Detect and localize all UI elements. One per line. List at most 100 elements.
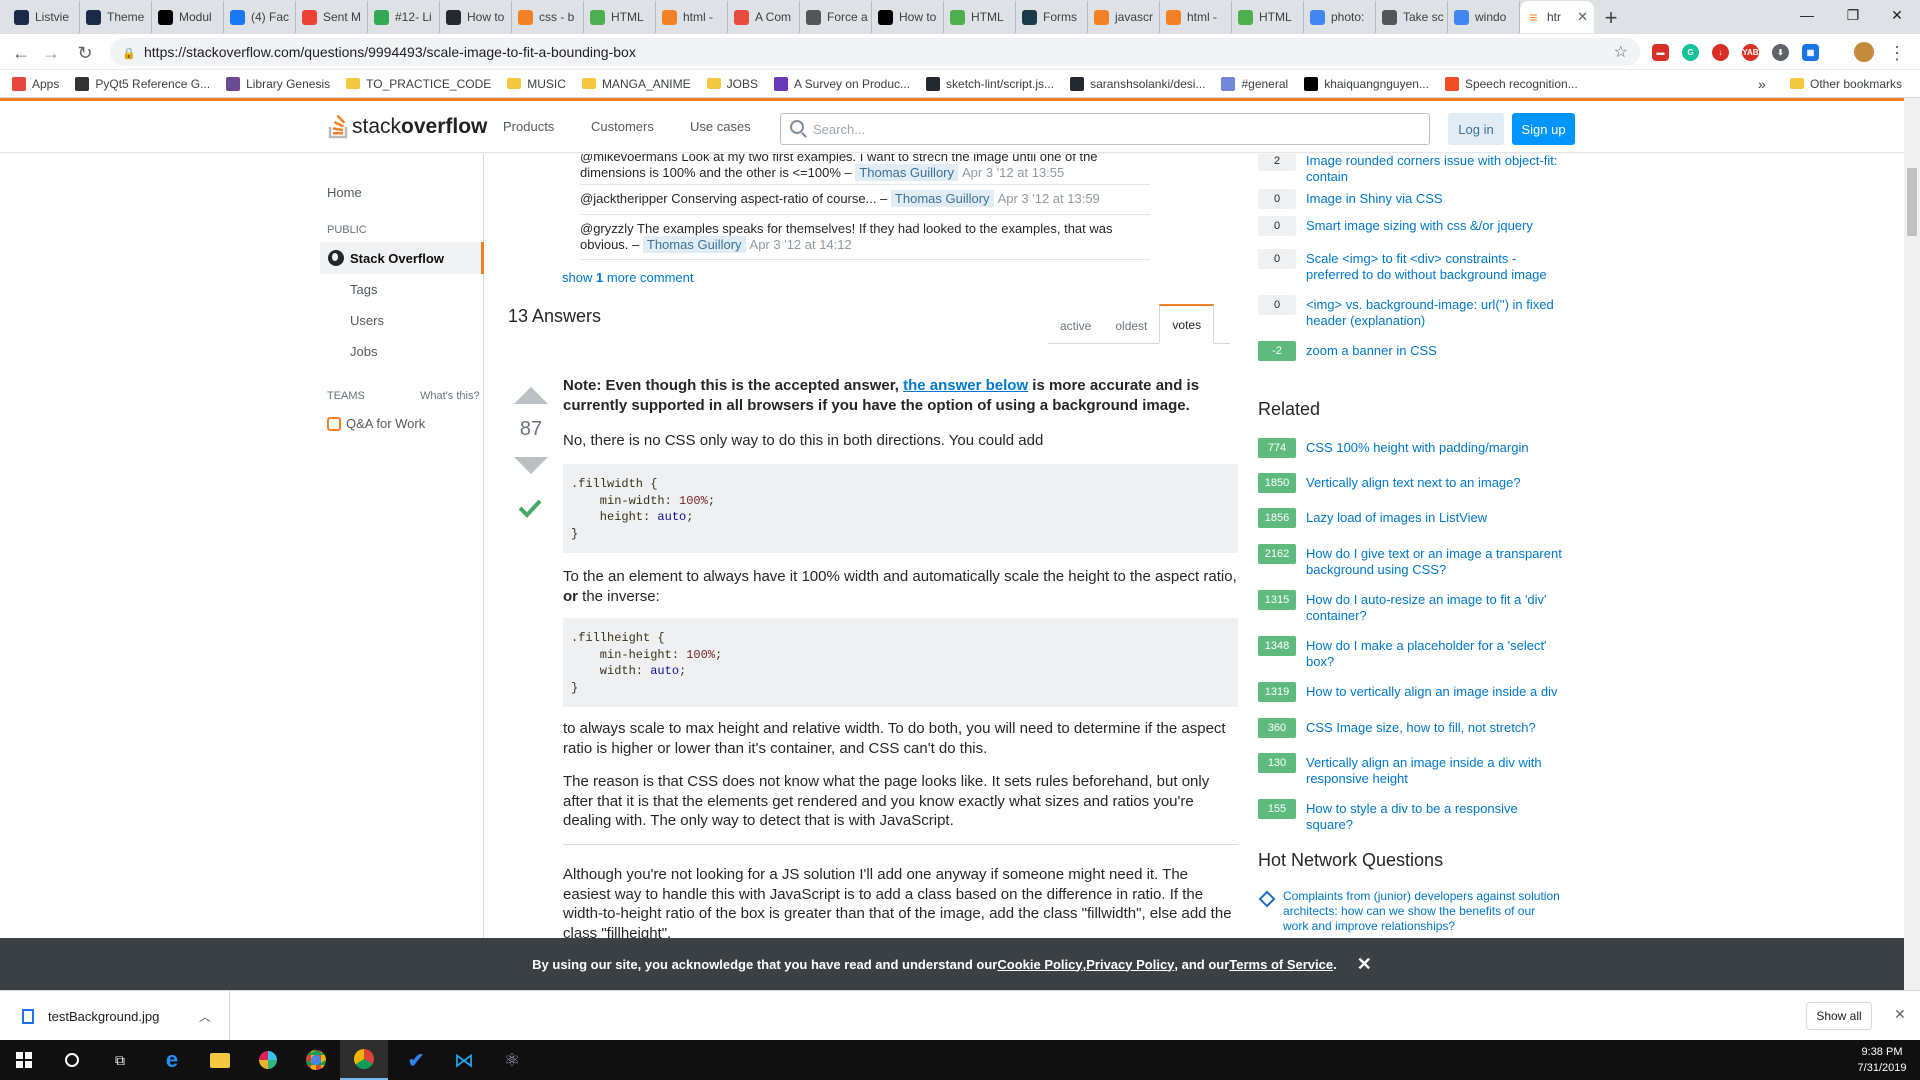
browser-tab[interactable]: photo:: [1304, 1, 1376, 33]
nav-users[interactable]: Users: [350, 313, 384, 328]
close-cookie-icon[interactable]: ✕: [1357, 954, 1372, 975]
bookmark-item[interactable]: PyQt5 Reference G...: [75, 76, 210, 91]
bookmark-item[interactable]: TO_PRACTICE_CODE: [346, 77, 491, 91]
browser-tab[interactable]: javascr: [1088, 1, 1160, 33]
sidebar-question[interactable]: 774 CSS 100% height with padding/margin: [1258, 438, 1588, 458]
browser-tab[interactable]: How to: [440, 1, 512, 33]
upvote-arrow-icon[interactable]: [514, 387, 548, 404]
browser-tab[interactable]: Forms: [1016, 1, 1088, 33]
chevron-up-icon[interactable]: ︿: [199, 1008, 211, 1025]
new-tab-button[interactable]: +: [1594, 2, 1628, 34]
nav-home[interactable]: Home: [327, 185, 362, 200]
page-scrollbar[interactable]: [1904, 98, 1920, 990]
task-view-icon[interactable]: ⧉: [96, 1040, 144, 1080]
cortana-icon[interactable]: [48, 1040, 96, 1080]
nav-qa-for-work[interactable]: Q&A for Work: [327, 416, 425, 431]
bookmarks-overflow-icon[interactable]: »: [1758, 76, 1766, 92]
privacy-policy-link[interactable]: Privacy Policy: [1086, 957, 1174, 972]
browser-tab[interactable]: windo: [1448, 1, 1520, 33]
other-bookmarks[interactable]: Other bookmarks: [1790, 77, 1902, 91]
browser-tab[interactable]: Modul: [152, 1, 224, 33]
sidebar-question[interactable]: 0 Image in Shiny via CSS: [1258, 189, 1588, 209]
sidebar-question[interactable]: 1856 Lazy load of images in ListView: [1258, 508, 1588, 528]
close-download-bar-icon[interactable]: ✕: [1894, 1006, 1906, 1023]
nav-use-cases[interactable]: Use cases: [690, 119, 751, 134]
bookmark-item[interactable]: saranshsolanki/desi...: [1070, 76, 1205, 91]
sidebar-question[interactable]: -2 zoom a banner in CSS: [1258, 341, 1588, 361]
sidebar-question[interactable]: 0 <img> vs. background-image: url('') in …: [1258, 295, 1588, 329]
bookmark-item[interactable]: A Survey on Produc...: [773, 76, 910, 91]
browser-tab[interactable]: css - b: [512, 1, 584, 33]
sidebar-question[interactable]: 1850 Vertically align text next to an ima…: [1258, 473, 1588, 493]
browser-tab[interactable]: html -: [1160, 1, 1232, 33]
browser-tab[interactable]: HTML: [1232, 1, 1304, 33]
url-bar[interactable]: 🔒 https://stackoverflow.com/questions/99…: [110, 38, 1640, 66]
browser-tab[interactable]: html -: [656, 1, 728, 33]
forward-arrow-icon[interactable]: →: [38, 40, 64, 66]
sidebar-question[interactable]: 2 Image rounded corners issue with object…: [1258, 154, 1588, 185]
signup-button[interactable]: Sign up: [1512, 113, 1575, 145]
browser-tab[interactable]: Theme: [80, 1, 152, 33]
comment-date[interactable]: Apr 3 '12 at 13:59: [998, 191, 1100, 206]
extension-badge-icon[interactable]: ↓: [1712, 44, 1729, 61]
chrome-active-icon[interactable]: [340, 1040, 388, 1080]
bookmark-item[interactable]: MUSIC: [507, 77, 566, 91]
browser-tab[interactable]: #12- Li: [368, 1, 440, 33]
search-input[interactable]: Search...: [780, 113, 1430, 145]
browser-tab[interactable]: Listvie: [8, 1, 80, 33]
browser-tab[interactable]: How to: [872, 1, 944, 33]
edge-icon[interactable]: e: [148, 1040, 196, 1080]
slack-icon[interactable]: [244, 1040, 292, 1080]
grammarly-icon[interactable]: G: [1682, 44, 1699, 61]
show-more-comments-link[interactable]: show 1 more comment: [562, 270, 694, 285]
sidebar-question[interactable]: 1319 How to vertically align an image ins…: [1258, 682, 1588, 702]
download-item[interactable]: testBackground.jpg ︿: [0, 991, 230, 1041]
browser-tab[interactable]: HTML: [584, 1, 656, 33]
vscode-icon[interactable]: ⋈: [440, 1040, 488, 1080]
downvote-arrow-icon[interactable]: [514, 457, 548, 474]
nav-jobs[interactable]: Jobs: [350, 344, 377, 359]
cookie-policy-link[interactable]: Cookie Policy: [997, 957, 1082, 972]
back-arrow-icon[interactable]: ←: [8, 40, 34, 66]
bookmark-star-icon[interactable]: ☆: [1614, 42, 1628, 62]
windows-start-icon[interactable]: [0, 1040, 48, 1080]
todo-icon[interactable]: ✔: [392, 1040, 440, 1080]
bookmark-item[interactable]: JOBS: [706, 77, 758, 91]
bookmark-item[interactable]: MANGA_ANIME: [581, 77, 691, 91]
system-clock[interactable]: 9:38 PM 7/31/2019: [1850, 1044, 1914, 1076]
comment-user[interactable]: Thomas Guillory: [855, 164, 958, 181]
comment-date[interactable]: Apr 3 '12 at 14:12: [750, 237, 852, 252]
nav-customers[interactable]: Customers: [591, 119, 654, 134]
whats-this-link[interactable]: What's this?: [420, 390, 480, 402]
bookmark-item[interactable]: khaiquangnguyen...: [1304, 76, 1429, 91]
calendar-ext-icon[interactable]: ▦: [1802, 44, 1819, 61]
show-all-button[interactable]: Show all: [1806, 1002, 1872, 1030]
sidebar-question[interactable]: 1348 How do I make a placeholder for a 's…: [1258, 636, 1588, 670]
tab-votes[interactable]: votes: [1159, 304, 1215, 344]
comment-user[interactable]: Thomas Guillory: [890, 190, 994, 207]
close-tab-icon[interactable]: ✕: [1577, 9, 1588, 25]
bookmark-item[interactable]: sketch-lint/script.js...: [926, 76, 1054, 91]
bookmark-item[interactable]: Apps: [12, 76, 59, 91]
adblock-icon[interactable]: YAB: [1742, 44, 1759, 61]
browser-tab[interactable]: Force a: [800, 1, 872, 33]
minimize-icon[interactable]: —: [1784, 0, 1830, 30]
browser-tab[interactable]: HTML: [944, 1, 1016, 33]
sidebar-question[interactable]: 1315 How do I auto-resize an image to fit…: [1258, 590, 1588, 624]
sidebar-question[interactable]: 0 Scale <img> to fit <div> constraints - …: [1258, 249, 1588, 283]
nav-stackoverflow[interactable]: Stack Overflow: [320, 242, 484, 274]
bookmark-item[interactable]: Library Genesis: [226, 76, 330, 91]
bookmark-item[interactable]: Speech recognition...: [1444, 76, 1578, 91]
terms-link[interactable]: Terms of Service: [1229, 957, 1333, 972]
browser-tab[interactable]: Sent M: [296, 1, 368, 33]
maximize-icon[interactable]: ❐: [1830, 0, 1876, 30]
stackoverflow-logo[interactable]: stack overflow: [328, 113, 487, 139]
comment-date[interactable]: Apr 3 '12 at 13:55: [962, 165, 1064, 180]
tab-active-sort[interactable]: active: [1048, 319, 1103, 343]
sidebar-question[interactable]: 360 CSS Image size, how to fill, not stre…: [1258, 718, 1588, 738]
sidebar-question[interactable]: 130 Vertically align an image inside a di…: [1258, 753, 1588, 787]
reload-icon[interactable]: ↻: [72, 40, 98, 66]
sidebar-question[interactable]: 0 Smart image sizing with css &/or jquery: [1258, 216, 1588, 236]
login-button[interactable]: Log in: [1448, 113, 1504, 145]
profile-avatar[interactable]: [1854, 42, 1874, 62]
